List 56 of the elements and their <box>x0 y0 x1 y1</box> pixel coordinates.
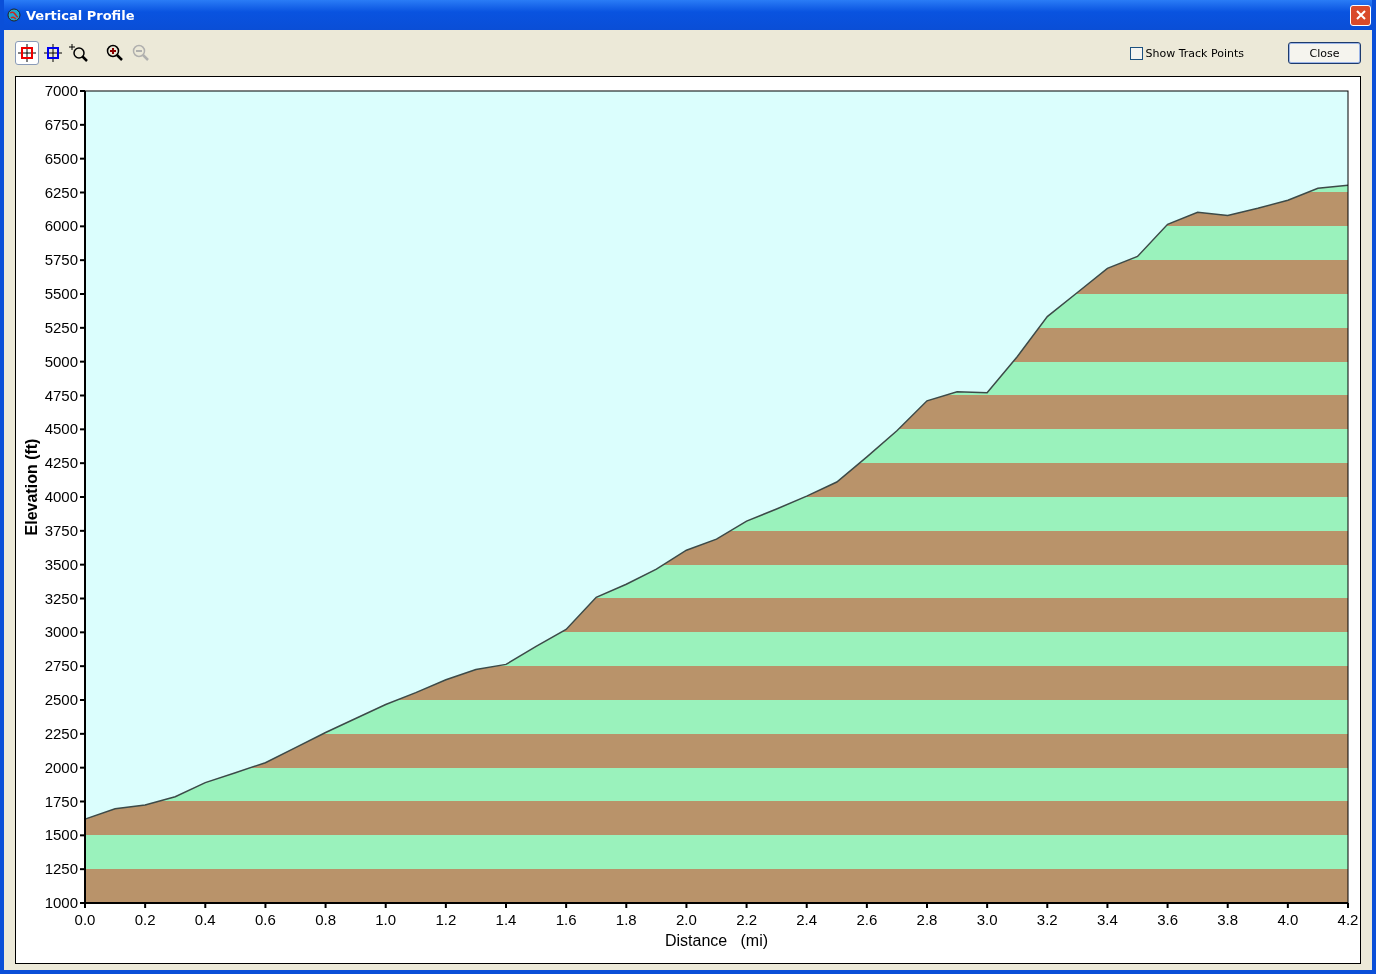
y-tick-label: 3250 <box>44 589 78 607</box>
y-tick-label: 2250 <box>44 724 78 742</box>
y-tick-label: 5750 <box>44 251 78 269</box>
x-tick-label: 3.8 <box>1217 911 1239 928</box>
x-tick-label: 2.4 <box>796 911 818 928</box>
x-tick-label: 3.0 <box>976 911 998 928</box>
y-tick-label: 4000 <box>44 488 78 505</box>
y-axis-title: Elevation (ft) <box>23 438 40 536</box>
y-tick-label: 6750 <box>44 115 78 133</box>
x-tick-label: 3.2 <box>1036 911 1058 928</box>
globe-icon <box>7 8 21 22</box>
x-tick-label: 2.2 <box>736 911 757 928</box>
y-tick-label: 4750 <box>44 386 78 404</box>
y-tick-label: 2000 <box>44 758 78 776</box>
x-tick-label: 0.0 <box>74 911 96 928</box>
checkbox[interactable] <box>1130 46 1144 60</box>
y-tick-label: 5250 <box>44 318 78 336</box>
y-tick-label: 4250 <box>44 454 78 472</box>
x-tick-label: 4.0 <box>1277 911 1299 928</box>
y-tick-label: 6000 <box>44 217 78 235</box>
x-tick-label: 0.8 <box>315 911 336 928</box>
y-tick-label: 5500 <box>44 285 78 302</box>
x-tick-label: 1.6 <box>555 911 577 928</box>
y-tick-label: 6500 <box>44 149 78 167</box>
x-tick-label: 0.2 <box>134 911 156 928</box>
crosshair-button[interactable] <box>15 41 39 65</box>
y-tick-label: 5000 <box>44 352 78 370</box>
x-tick-label: 4.2 <box>1337 911 1359 928</box>
y-tick-label: 1750 <box>44 792 78 810</box>
x-tick-label: 1.2 <box>435 911 457 928</box>
x-tick-label: 1.4 <box>495 911 517 928</box>
x-tick-label: 1.0 <box>375 911 397 928</box>
x-tick-label: 2.8 <box>916 911 938 928</box>
y-tick-label: 7000 <box>44 82 78 99</box>
window-title: Vertical Profile <box>26 7 136 23</box>
crosshair-button[interactable] <box>41 41 65 65</box>
x-tick-label: 3.6 <box>1157 911 1178 928</box>
y-tick-label: 1250 <box>44 860 78 878</box>
x-tick-label: 0.6 <box>255 911 276 928</box>
y-tick-label: 3750 <box>44 521 78 539</box>
close-icon[interactable] <box>1350 4 1371 26</box>
y-tick-label: 1500 <box>44 826 78 844</box>
x-tick-label: 0.4 <box>194 911 216 928</box>
x-tick-label: 1.8 <box>615 911 637 928</box>
y-tick-label: 1000 <box>44 894 78 911</box>
y-tick-label: 6250 <box>44 183 78 201</box>
x-axis-title: Distance (mi) <box>664 932 769 949</box>
y-tick-label: 2500 <box>44 691 78 708</box>
y-tick-label: 4500 <box>44 420 78 438</box>
x-tick-label: 2.0 <box>676 911 697 928</box>
x-tick-label: 2.6 <box>856 911 878 928</box>
y-tick-label: 2750 <box>44 657 78 675</box>
x-tick-label: 3.4 <box>1097 911 1118 928</box>
close-button[interactable]: Close <box>1288 42 1361 64</box>
y-tick-label: 3000 <box>44 623 78 641</box>
y-tick-label: 3500 <box>44 555 78 573</box>
